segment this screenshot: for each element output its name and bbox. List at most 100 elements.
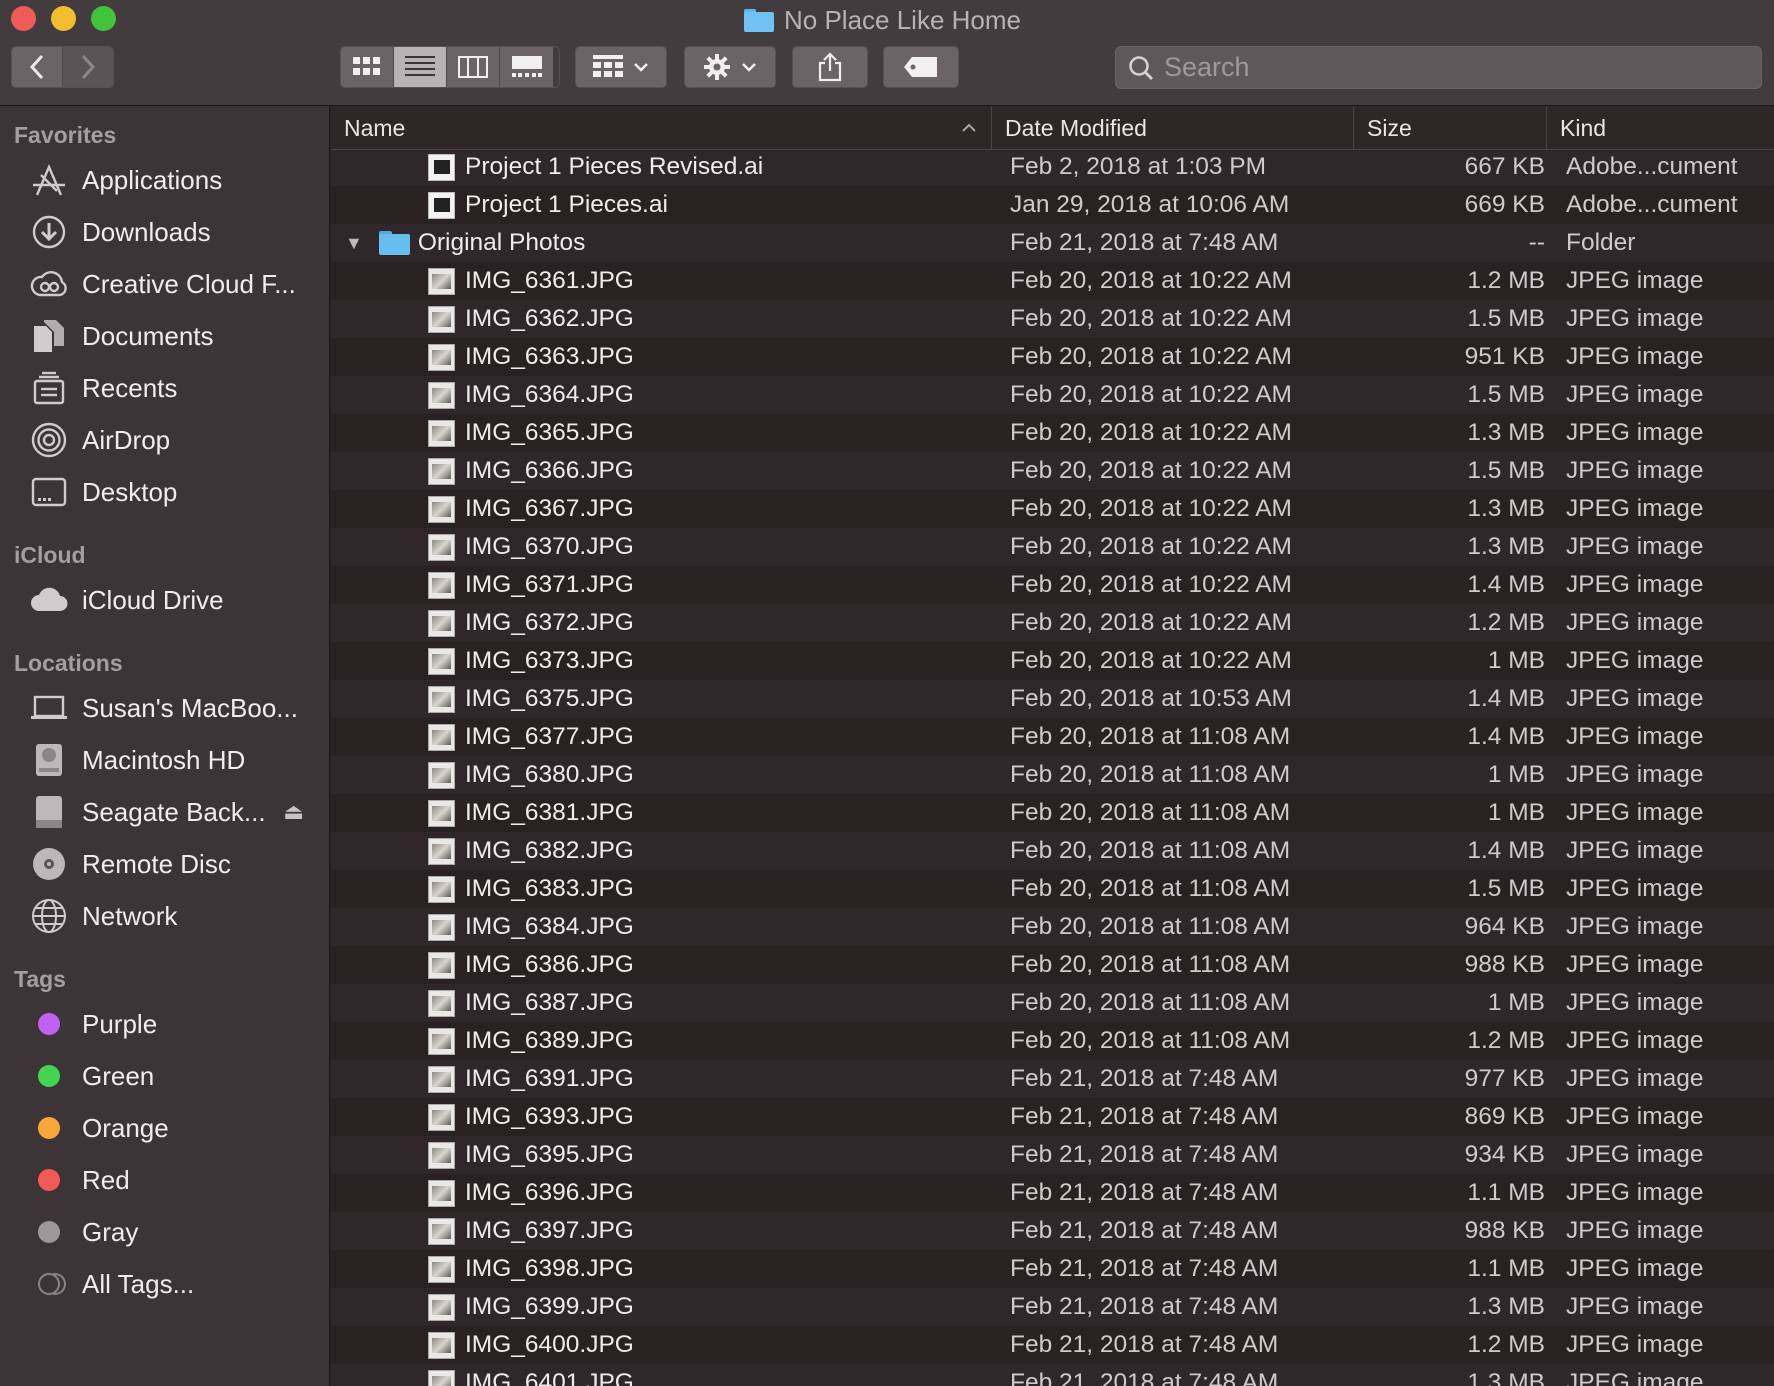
image-thumbnail-icon — [428, 495, 455, 523]
close-window-button[interactable] — [11, 6, 36, 31]
file-row[interactable]: IMG_6373.JPG Feb 20, 2018 at 10:22 AM 1 MB… — [331, 642, 1774, 680]
file-row[interactable]: IMG_6393.JPG Feb 21, 2018 at 7:48 AM 869 K… — [331, 1098, 1774, 1136]
sidebar-item-recents[interactable]: Recents — [30, 366, 320, 410]
sidebar-section-favorites: Favorites — [14, 122, 117, 148]
sidebar-item-macintosh-hd[interactable]: Macintosh HD — [30, 738, 320, 782]
external-drive-icon — [30, 793, 68, 831]
sidebar-item-downloads[interactable]: Downloads — [30, 210, 320, 254]
name-cell: IMG_6377.JPG — [331, 718, 987, 756]
name-cell: IMG_6395.JPG — [331, 1136, 987, 1174]
image-thumbnail-icon — [428, 1255, 455, 1283]
file-row[interactable]: IMG_6397.JPG Feb 21, 2018 at 7:48 AM 988 K… — [331, 1212, 1774, 1250]
sidebar-item-remote-disc[interactable]: Remote Disc — [30, 842, 320, 886]
file-row[interactable]: IMG_6399.JPG Feb 21, 2018 at 7:48 AM 1.3 M… — [331, 1288, 1774, 1326]
file-row[interactable]: IMG_6389.JPG Feb 20, 2018 at 11:08 AM 1.2 … — [331, 1022, 1774, 1060]
name-cell: IMG_6363.JPG — [331, 338, 987, 376]
file-name: IMG_6393.JPG — [465, 1103, 634, 1130]
file-row[interactable]: IMG_6398.JPG Feb 21, 2018 at 7:48 AM 1.1 M… — [331, 1250, 1774, 1288]
sidebar-item-macbook[interactable]: Susan's MacBoo... — [30, 686, 320, 730]
file-kind: JPEG image — [1566, 457, 1704, 484]
file-row[interactable]: IMG_6363.JPG Feb 20, 2018 at 10:22 AM 951 … — [331, 338, 1774, 376]
column-view-button[interactable] — [447, 47, 500, 87]
gallery-view-button[interactable] — [500, 47, 553, 87]
file-kind: JPEG image — [1566, 1103, 1704, 1130]
list-header: Name Date Modified Size Kind — [331, 106, 1774, 150]
date-modified: Feb 20, 2018 at 10:22 AM — [1010, 647, 1292, 674]
file-name: IMG_6396.JPG — [465, 1179, 634, 1206]
file-row[interactable]: IMG_6381.JPG Feb 20, 2018 at 11:08 AM 1 MB… — [331, 794, 1774, 832]
sidebar-item-network[interactable]: Network — [30, 894, 320, 938]
file-kind: JPEG image — [1566, 495, 1704, 522]
file-kind: JPEG image — [1566, 419, 1704, 446]
minimize-window-button[interactable] — [51, 6, 76, 31]
forward-button[interactable] — [62, 47, 113, 87]
sidebar-tag-green[interactable]: Green — [30, 1054, 320, 1098]
illustrator-file-icon — [428, 153, 455, 181]
file-row[interactable]: IMG_6383.JPG Feb 20, 2018 at 11:08 AM 1.5 … — [331, 870, 1774, 908]
action-menu-button[interactable] — [684, 46, 776, 88]
creative-cloud-icon — [30, 265, 68, 303]
zoom-window-button[interactable] — [91, 6, 116, 31]
sidebar-item-label: Red — [82, 1164, 130, 1195]
file-row[interactable]: IMG_6396.JPG Feb 21, 2018 at 7:48 AM 1.1 M… — [331, 1174, 1774, 1212]
eject-icon[interactable]: ⏏ — [283, 799, 304, 825]
file-row[interactable]: IMG_6382.JPG Feb 20, 2018 at 11:08 AM 1.4 … — [331, 832, 1774, 870]
image-thumbnail-icon — [428, 1103, 455, 1131]
column-header-size[interactable]: Size — [1354, 106, 1547, 150]
file-row[interactable]: IMG_6391.JPG Feb 21, 2018 at 7:48 AM 977 K… — [331, 1060, 1774, 1098]
back-button[interactable] — [12, 47, 63, 87]
file-row[interactable]: IMG_6384.JPG Feb 20, 2018 at 11:08 AM 964 … — [331, 908, 1774, 946]
sidebar-tag-gray[interactable]: Gray — [30, 1210, 320, 1254]
group-by-button[interactable] — [575, 46, 667, 88]
column-header-kind[interactable]: Kind — [1547, 106, 1774, 150]
file-row[interactable]: IMG_6377.JPG Feb 20, 2018 at 11:08 AM 1.4 … — [331, 718, 1774, 756]
file-row[interactable]: IMG_6400.JPG Feb 21, 2018 at 7:48 AM 1.2 M… — [331, 1326, 1774, 1364]
gallery-view-icon — [511, 56, 542, 77]
file-row[interactable]: IMG_6380.JPG Feb 20, 2018 at 11:08 AM 1 MB… — [331, 756, 1774, 794]
sidebar-tag-red[interactable]: Red — [30, 1158, 320, 1202]
file-row[interactable]: Project 1 Pieces.ai Jan 29, 2018 at 10:06… — [331, 186, 1774, 224]
search-field[interactable] — [1115, 46, 1762, 89]
window-title: No Place Like Home — [744, 2, 1021, 38]
sidebar-item-applications[interactable]: Applications — [30, 158, 320, 202]
file-row[interactable]: IMG_6364.JPG Feb 20, 2018 at 10:22 AM 1.5 … — [331, 376, 1774, 414]
sidebar-tag-all[interactable]: All Tags... — [30, 1262, 320, 1306]
file-name: IMG_6372.JPG — [465, 609, 634, 636]
file-row[interactable]: IMG_6401.JPG Feb 21, 2018 at 7:48 AM 1.3 M… — [331, 1364, 1774, 1386]
sidebar-item-icloud-drive[interactable]: iCloud Drive — [30, 578, 320, 622]
file-size: 1.3 MB — [1467, 533, 1545, 560]
sidebar-item-creative-cloud[interactable]: Creative Cloud F... — [30, 262, 320, 306]
date-modified: Feb 20, 2018 at 10:22 AM — [1010, 305, 1292, 332]
search-icon — [1129, 55, 1153, 80]
sidebar-tag-orange[interactable]: Orange — [30, 1106, 320, 1150]
gear-icon — [704, 54, 730, 80]
sidebar-item-airdrop[interactable]: AirDrop — [30, 418, 320, 462]
file-row[interactable]: IMG_6386.JPG Feb 20, 2018 at 11:08 AM 988 … — [331, 946, 1774, 984]
view-mode-control — [340, 46, 560, 88]
icon-view-button[interactable] — [341, 47, 394, 87]
file-row[interactable]: IMG_6387.JPG Feb 20, 2018 at 11:08 AM 1 MB… — [331, 984, 1774, 1022]
sidebar-item-documents[interactable]: Documents — [30, 314, 320, 358]
list-view-button[interactable] — [394, 47, 447, 87]
disclosure-triangle-icon[interactable]: ▼ — [345, 233, 363, 254]
file-row[interactable]: IMG_6366.JPG Feb 20, 2018 at 10:22 AM 1.5 … — [331, 452, 1774, 490]
file-row[interactable]: IMG_6365.JPG Feb 20, 2018 at 10:22 AM 1.3 … — [331, 414, 1774, 452]
file-row[interactable]: IMG_6370.JPG Feb 20, 2018 at 10:22 AM 1.3 … — [331, 528, 1774, 566]
search-input[interactable] — [1164, 52, 1724, 83]
file-row[interactable]: IMG_6361.JPG Feb 20, 2018 at 10:22 AM 1.2 … — [331, 262, 1774, 300]
file-row[interactable]: IMG_6395.JPG Feb 21, 2018 at 7:48 AM 934 K… — [331, 1136, 1774, 1174]
folder-row[interactable]: ▼ Original Photos Feb 21, 2018 at 7:48 AM -… — [331, 224, 1774, 262]
share-button[interactable] — [792, 46, 868, 88]
file-row[interactable]: IMG_6367.JPG Feb 20, 2018 at 10:22 AM 1.3 … — [331, 490, 1774, 528]
file-row[interactable]: IMG_6371.JPG Feb 20, 2018 at 10:22 AM 1.4 … — [331, 566, 1774, 604]
edit-tags-button[interactable] — [883, 46, 959, 88]
sidebar-item-desktop[interactable]: Desktop — [30, 470, 320, 514]
sidebar-tag-purple[interactable]: Purple — [30, 1002, 320, 1046]
file-row[interactable]: IMG_6372.JPG Feb 20, 2018 at 10:22 AM 1.2 … — [331, 604, 1774, 642]
column-header-date[interactable]: Date Modified — [992, 106, 1354, 150]
sidebar-item-seagate[interactable]: Seagate Back... ⏏ — [30, 790, 320, 834]
file-row[interactable]: Project 1 Pieces Revised.ai Feb 2, 2018 a… — [331, 148, 1774, 186]
file-row[interactable]: IMG_6375.JPG Feb 20, 2018 at 10:53 AM 1.4 … — [331, 680, 1774, 718]
file-row[interactable]: IMG_6362.JPG Feb 20, 2018 at 10:22 AM 1.5 … — [331, 300, 1774, 338]
column-header-name[interactable]: Name — [331, 106, 992, 150]
